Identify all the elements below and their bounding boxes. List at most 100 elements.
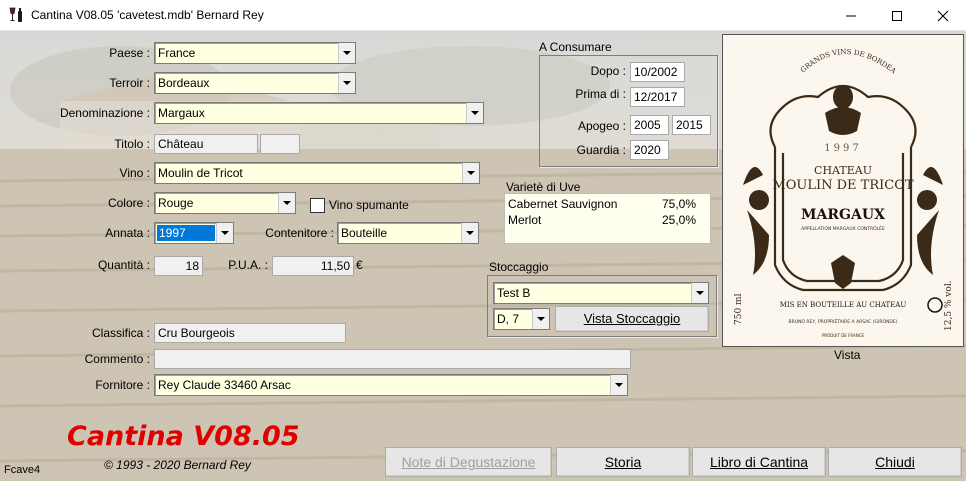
annata-value: 1997 [157, 225, 215, 241]
chevron-down-icon[interactable] [278, 193, 295, 213]
label-chateau-line2: MOULIN DE TRICOT [772, 178, 913, 193]
stoccaggio-title: Stoccaggio [489, 260, 549, 274]
vino-spumante-label: Vino spumante [329, 198, 409, 212]
list-item[interactable]: Merlot 25,0% [508, 213, 708, 229]
grape-pct: 75,0% [662, 197, 697, 211]
label-chateau-line1: CHATEAU [814, 164, 872, 177]
label-appellation: MARGAUX [801, 207, 885, 223]
chevron-down-icon[interactable] [610, 375, 627, 395]
dopo-field[interactable]: 10/2002 [630, 62, 685, 82]
titolo-field[interactable]: Château [154, 134, 258, 154]
fornitore-value: Rey Claude 33460 Arsac [158, 378, 291, 392]
vista-stoccaggio-button[interactable]: Vista Stoccaggio [555, 306, 709, 332]
stoccaggio-location-value: Test B [497, 286, 531, 300]
label-alcohol: 12,5 % vol. [944, 280, 954, 331]
form-id: Fcave4 [4, 464, 41, 476]
window-title: Cantina V08.05 'cavetest.mdb' Bernard Re… [31, 8, 264, 22]
minimize-icon [846, 15, 856, 17]
fornitore-label: Fornitore : [95, 378, 150, 392]
vino-label: Vino : [119, 166, 150, 180]
chevron-down-icon[interactable] [466, 103, 483, 123]
grape-name: Merlot [508, 213, 542, 227]
quantita-label: Quantità : [97, 258, 150, 272]
colore-value: Rouge [158, 196, 194, 210]
denominazione-combo[interactable]: Margaux [154, 102, 484, 124]
titolo-label: Titolo : [114, 137, 150, 151]
close-icon [937, 10, 949, 22]
list-item[interactable]: Cabernet Sauvignon 75,0% [508, 197, 708, 213]
chevron-down-icon[interactable] [216, 223, 233, 243]
grape-pct: 25,0% [662, 213, 697, 227]
close-window-button[interactable] [920, 0, 966, 31]
commento-label: Commento : [84, 352, 150, 366]
wine-app-icon [9, 7, 22, 22]
paese-label: Paese : [109, 46, 150, 60]
chevron-down-icon[interactable] [338, 73, 355, 93]
paese-value: France [158, 46, 196, 60]
prima-di-field[interactable]: 12/2017 [630, 87, 685, 107]
colore-label: Colore : [107, 196, 150, 210]
guardia-field[interactable]: 2020 [630, 140, 669, 160]
denominazione-value: Margaux [158, 106, 205, 120]
copyright-text: © 1993 - 2020 Bernard Rey [104, 458, 251, 472]
titolo-extra-field[interactable] [260, 134, 300, 154]
label-year: 1997 [824, 143, 861, 154]
colore-combo[interactable]: Rouge [154, 192, 296, 214]
pua-field[interactable]: 11,50 [272, 256, 354, 276]
note-degustazione-button[interactable]: Note di Degustazione [385, 447, 552, 477]
chevron-down-icon[interactable] [532, 309, 549, 329]
grape-name: Cabernet Sauvignon [508, 197, 618, 211]
stoccaggio-position-combo[interactable]: D, 7 [493, 308, 550, 330]
prima-di-label: Prima di : [575, 87, 626, 101]
maximize-icon [892, 11, 902, 21]
chiudi-button[interactable]: Chiudi [828, 447, 962, 477]
currency-symbol: € [356, 258, 363, 272]
apogeo-from-field[interactable]: 2005 [630, 115, 669, 135]
apogeo-to-field[interactable]: 2015 [672, 115, 711, 135]
guardia-label: Guardia : [576, 143, 626, 157]
label-bottled: MIS EN BOUTEILLE AU CHATEAU [780, 301, 907, 309]
wine-label-image[interactable]: GRANDS VINS DE BORDEAUX 1997 CH [720, 29, 964, 347]
title-bar: Cantina V08.05 'cavetest.mdb' Bernard Re… [0, 0, 966, 31]
label-volume: 750 ml [734, 293, 744, 325]
label-origin: PRODUIT DE FRANCE [822, 333, 865, 338]
fornitore-combo[interactable]: Rey Claude 33460 Arsac [154, 374, 628, 396]
varieta-title: Varietè di Uve [506, 180, 581, 194]
pua-label: P.U.A. : [228, 258, 268, 272]
stoccaggio-position-value: D, 7 [497, 312, 520, 326]
contenitore-value: Bouteille [341, 226, 388, 240]
wine-form: Paese : France Terroir : Bordeaux Denomi… [0, 29, 966, 481]
chevron-down-icon[interactable] [338, 43, 355, 63]
terroir-combo[interactable]: Bordeaux [154, 72, 356, 94]
vino-spumante-checkbox[interactable] [310, 198, 325, 213]
brand-title: Cantina V08.05 [67, 421, 300, 452]
vista-caption: Vista [834, 348, 861, 362]
a-consumare-title: A Consumare [539, 40, 612, 54]
annata-combo[interactable]: 1997 [154, 222, 234, 244]
wine-label-art: GRANDS VINS DE BORDEAUX 1997 CH [720, 29, 963, 346]
minimize-button[interactable] [828, 0, 874, 31]
a-consumare-group [539, 55, 718, 167]
quantita-field[interactable]: 18 [154, 256, 203, 276]
dopo-label: Dopo : [590, 64, 626, 78]
denominazione-label: Denominazione : [59, 106, 150, 120]
vino-combo[interactable]: Moulin de Tricot [154, 162, 480, 184]
vino-value: Moulin de Tricot [158, 166, 243, 180]
libro-cantina-button[interactable]: Libro di Cantina [692, 447, 826, 477]
chevron-down-icon[interactable] [461, 223, 478, 243]
paese-combo[interactable]: France [154, 42, 356, 64]
chevron-down-icon[interactable] [691, 283, 708, 303]
commento-field[interactable] [154, 349, 631, 369]
stoccaggio-location-combo[interactable]: Test B [493, 282, 709, 304]
contenitore-label: Contenitore : [265, 226, 334, 240]
varieta-list[interactable]: Cabernet Sauvignon 75,0% Merlot 25,0% [504, 193, 711, 244]
apogeo-label: Apogeo : [577, 119, 626, 133]
classifica-label: Classifica : [91, 326, 150, 340]
annata-label: Annata : [105, 226, 150, 240]
classifica-field[interactable]: Cru Bourgeois [154, 323, 346, 343]
maximize-button[interactable] [874, 0, 920, 31]
contenitore-combo[interactable]: Bouteille [337, 222, 479, 244]
chevron-down-icon[interactable] [462, 163, 479, 183]
storia-button[interactable]: Storia [556, 447, 690, 477]
terroir-label: Terroir : [109, 76, 150, 90]
